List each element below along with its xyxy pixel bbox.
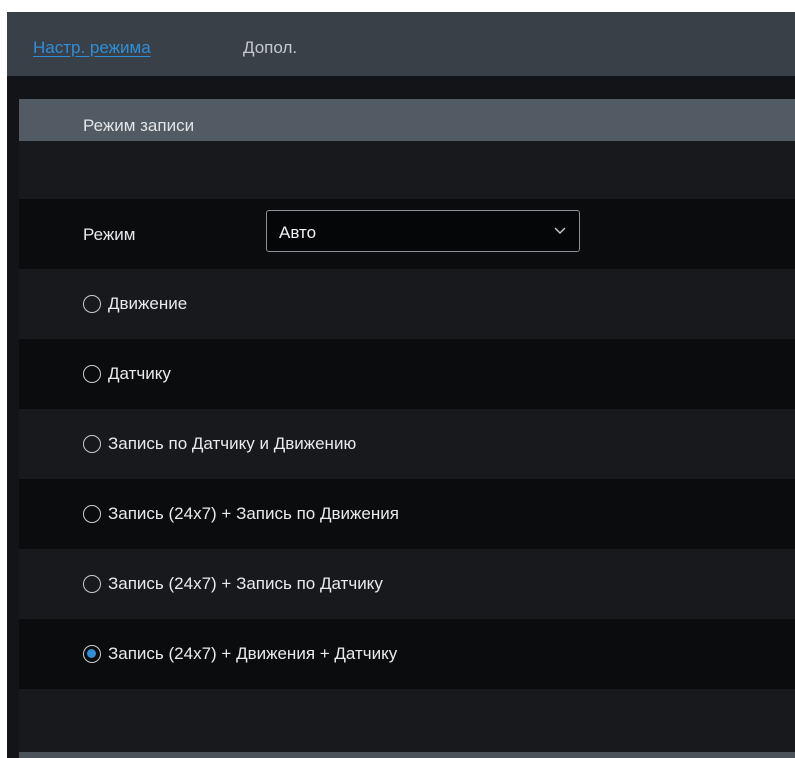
bottom-bar xyxy=(19,752,795,758)
option-row-24x7-sensor[interactable]: Запись (24x7) + Запись по Датчику xyxy=(19,549,795,619)
radio-checked-icon[interactable] xyxy=(83,645,101,663)
option-label: Запись (24x7) + Движения + Датчику xyxy=(108,644,398,663)
mode-row: Режим Авто xyxy=(19,199,795,269)
option-label: Запись (24x7) + Запись по Движения xyxy=(108,504,399,523)
option-row-sensor[interactable]: Датчику xyxy=(19,339,795,409)
mode-label: Режим xyxy=(83,225,136,244)
mode-select[interactable]: Авто xyxy=(266,210,580,252)
option-row-sensor-and-motion[interactable]: Запись по Датчику и Движению xyxy=(19,409,795,479)
option-label: Датчику xyxy=(108,364,171,383)
tab-mode-settings[interactable]: Настр. режима xyxy=(33,38,151,58)
option-label: Движение xyxy=(108,294,188,313)
option-row-24x7-motion[interactable]: Запись (24x7) + Запись по Движения xyxy=(19,479,795,549)
option-label: Запись (24x7) + Запись по Датчику xyxy=(108,574,383,593)
chevron-down-icon xyxy=(554,227,566,234)
record-settings-panel: Настр. режима Допол. Режим записи Режим … xyxy=(7,12,795,758)
radio-unchecked-icon[interactable] xyxy=(83,365,101,383)
radio-unchecked-icon[interactable] xyxy=(83,295,101,313)
mode-select-value: Авто xyxy=(279,223,317,242)
tab-bar: Настр. режима Допол. xyxy=(7,12,795,76)
option-row-motion[interactable]: Движение xyxy=(19,269,795,339)
radio-unchecked-icon[interactable] xyxy=(83,505,101,523)
radio-unchecked-icon[interactable] xyxy=(83,575,101,593)
spacer-row xyxy=(19,689,795,758)
section-title: Режим записи xyxy=(83,116,195,135)
radio-unchecked-icon[interactable] xyxy=(83,435,101,453)
tab-advanced[interactable]: Допол. xyxy=(243,38,297,58)
option-row-24x7-motion-sensor[interactable]: Запись (24x7) + Движения + Датчику xyxy=(19,619,795,689)
option-label: Запись по Датчику и Движению xyxy=(108,434,357,453)
